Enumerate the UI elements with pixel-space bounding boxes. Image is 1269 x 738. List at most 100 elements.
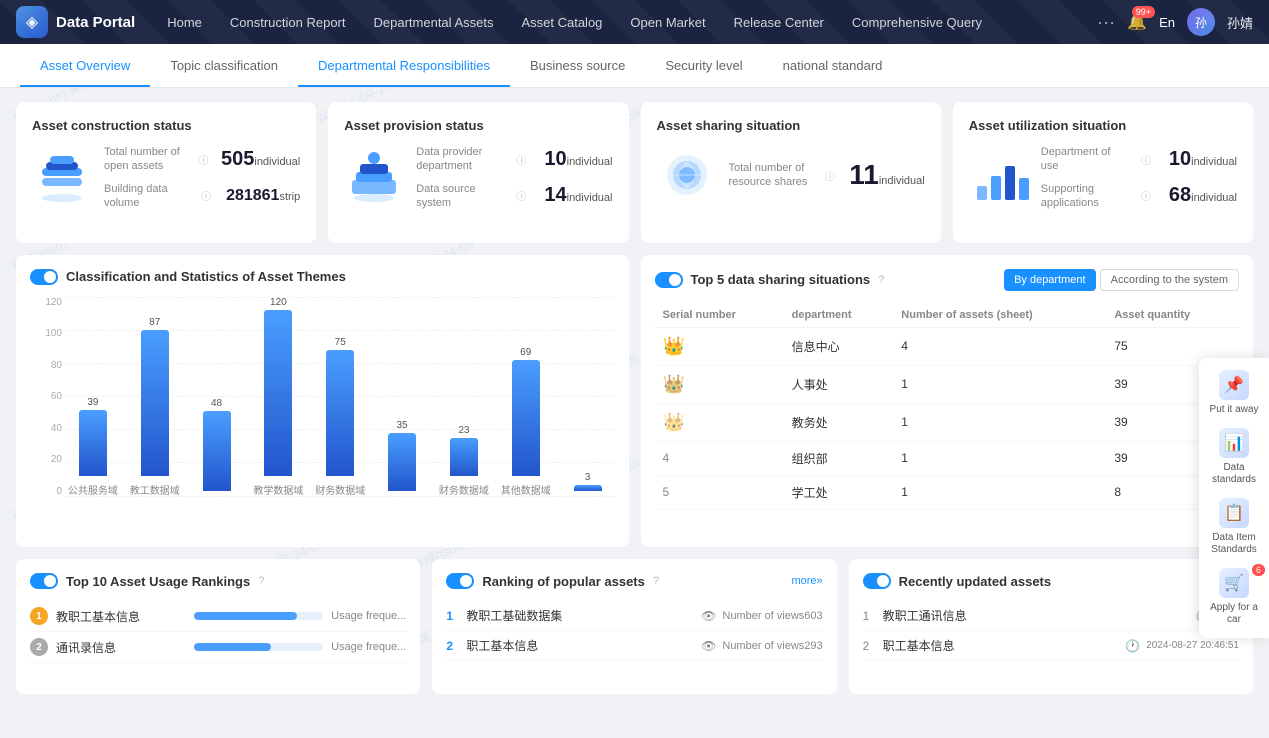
recent-panel: Recently updated assets 1 教职工通讯信息 🕐 2024…: [849, 559, 1253, 693]
rank-icon-2: 👑: [663, 374, 685, 394]
rank-bar-2: [194, 643, 324, 651]
nav-open-market[interactable]: Open Market: [618, 0, 717, 44]
table-row: 👑 人事处 1 39: [655, 365, 1240, 403]
rank-badge-1: 1: [30, 607, 48, 625]
btn-by-dept[interactable]: By department: [1004, 269, 1096, 291]
nav-asset-catalog[interactable]: Asset Catalog: [509, 0, 614, 44]
put-away-icon: 📌: [1219, 370, 1249, 400]
bar-group-5: 75 财务数据域: [313, 297, 367, 497]
recent-item-2: 2 职工基本信息 🕐 2024-08-27 20:46:51: [863, 631, 1239, 661]
chart-toggle[interactable]: [30, 269, 58, 285]
stat-dept-use: Department of use ⓘ 10individual: [1041, 145, 1237, 174]
float-put-away[interactable]: 📌 Put it away: [1210, 370, 1259, 416]
navbar: ◈ Data Portal Home Construction Report D…: [0, 0, 1269, 44]
col-serial: Serial number: [655, 303, 784, 328]
rank-icon-3: 👑: [663, 412, 685, 432]
rank-num-5: 5: [663, 485, 670, 499]
popular-item-2: 2 职工基本信息 👁 Number of views293: [446, 631, 822, 661]
rank-bar-1: [194, 612, 324, 620]
table-row: 4 组织部 1 39: [655, 441, 1240, 475]
top5-toggle[interactable]: [655, 272, 683, 288]
sharing-title: Asset sharing situation: [657, 118, 925, 133]
language-button[interactable]: En: [1159, 15, 1175, 30]
construction-icon: [32, 148, 92, 208]
float-data-item-standards[interactable]: 📋 Data Item Standards: [1207, 498, 1261, 556]
y-axis: 120 100 80 60 40 20 0: [30, 297, 62, 497]
recent-toggle[interactable]: [863, 573, 891, 589]
stat-data-source: Data source system ⓘ 14individual: [416, 182, 612, 211]
bar-3[interactable]: [203, 411, 231, 491]
bar-5[interactable]: [326, 350, 354, 476]
btn-by-system[interactable]: According to the system: [1100, 269, 1239, 291]
top5-actions: By department According to the system: [1004, 269, 1239, 291]
status-cards-row: Asset construction status Total number o…: [16, 102, 1253, 243]
utilization-icon: [969, 148, 1029, 208]
rank-badge-2: 2: [30, 638, 48, 656]
notification-bell[interactable]: 🔔 99+: [1127, 12, 1147, 32]
utilization-body: Department of use ⓘ 10individual Support…: [969, 145, 1237, 210]
bar-8[interactable]: [512, 360, 540, 476]
bar-4[interactable]: [264, 310, 292, 476]
bar-2[interactable]: [141, 330, 169, 476]
tab-departmental-responsibilities[interactable]: Departmental Responsibilities: [298, 44, 510, 87]
more-link[interactable]: more»: [791, 575, 822, 587]
put-away-label: Put it away: [1210, 404, 1259, 416]
ranking-item-2: 2 通讯录信息 Usage freque...: [30, 632, 406, 663]
bar-group-6: 35: [375, 297, 429, 497]
chart-panel: Classification and Statistics of Asset T…: [16, 255, 629, 547]
bar-group-4: 120 教学数据域: [251, 297, 305, 497]
recent-title: Recently updated assets: [899, 574, 1051, 589]
top10-toggle[interactable]: [30, 573, 58, 589]
popular-help[interactable]: ?: [653, 575, 659, 587]
apply-car-icon: 🛒: [1219, 568, 1249, 598]
utilization-title: Asset utilization situation: [969, 118, 1237, 133]
top10-help[interactable]: ?: [258, 575, 264, 587]
rank-num-4: 4: [663, 451, 670, 465]
nav-home[interactable]: Home: [155, 0, 214, 44]
utilization-card: Asset utilization situation Department o…: [953, 102, 1253, 243]
popular-toggle[interactable]: [446, 573, 474, 589]
top5-title: Top 5 data sharing situations: [691, 272, 871, 287]
tab-security-level[interactable]: Security level: [645, 44, 762, 87]
nav-departmental-assets[interactable]: Departmental Assets: [362, 0, 506, 44]
top5-help[interactable]: ?: [878, 274, 884, 286]
bar-chart-inner: 39 公共服务域 87 教工数据域 48: [66, 297, 615, 497]
apply-car-label: Apply for a car: [1207, 602, 1261, 626]
clock-icon-2: 🕐: [1125, 639, 1140, 653]
data-item-standards-icon: 📋: [1219, 498, 1249, 528]
provision-body: Data provider department ⓘ 10individual …: [344, 145, 612, 210]
float-panel: 📌 Put it away 📊 Data standards 📋 Data It…: [1199, 358, 1269, 638]
eye-icon-2: 👁: [701, 639, 716, 653]
table-row: 👑 信息中心 4 75: [655, 327, 1240, 365]
tab-national-standard[interactable]: national standard: [763, 44, 903, 87]
avatar[interactable]: 孙: [1187, 8, 1215, 36]
stat-provider-dept: Data provider department ⓘ 10individual: [416, 145, 612, 174]
provision-card: Asset provision status Data provider dep…: [328, 102, 628, 243]
logo[interactable]: ◈ Data Portal: [16, 6, 135, 38]
tab-topic-classification[interactable]: Topic classification: [150, 44, 298, 87]
recent-header: Recently updated assets: [863, 573, 1239, 589]
bar-9[interactable]: [574, 485, 602, 491]
more-button[interactable]: ···: [1097, 12, 1115, 33]
nav-comprehensive-query[interactable]: Comprehensive Query: [840, 0, 994, 44]
float-apply-car[interactable]: 🛒 6 Apply for a car: [1207, 568, 1261, 626]
tab-asset-overview[interactable]: Asset Overview: [20, 44, 150, 87]
rank-freq-1: Usage freque...: [331, 610, 406, 622]
nav-construction-report[interactable]: Construction Report: [218, 0, 358, 44]
top10-panel: Top 10 Asset Usage Rankings ? 1 教职工基本信息 …: [16, 559, 420, 693]
bar-7[interactable]: [450, 438, 478, 476]
top5-table: Serial number department Number of asset…: [655, 303, 1240, 510]
nav-release-center[interactable]: Release Center: [722, 0, 836, 44]
bar-chart: 120 100 80 60 40 20 0: [30, 297, 615, 517]
user-name[interactable]: 孙婧: [1227, 13, 1253, 32]
bar-1[interactable]: [79, 410, 107, 476]
col-quantity: Asset quantity: [1106, 303, 1239, 328]
bar-6[interactable]: [388, 433, 416, 491]
apply-car-badge: 6: [1252, 564, 1265, 576]
app-name: Data Portal: [56, 14, 135, 31]
float-data-standards[interactable]: 📊 Data standards: [1207, 428, 1261, 486]
tab-business-source[interactable]: Business source: [510, 44, 645, 87]
main-content: Asset construction status Total number o…: [0, 88, 1269, 736]
top5-panel: Top 5 data sharing situations ? By depar…: [641, 255, 1254, 547]
bar-group-7: 23 财务数据域: [437, 297, 491, 497]
